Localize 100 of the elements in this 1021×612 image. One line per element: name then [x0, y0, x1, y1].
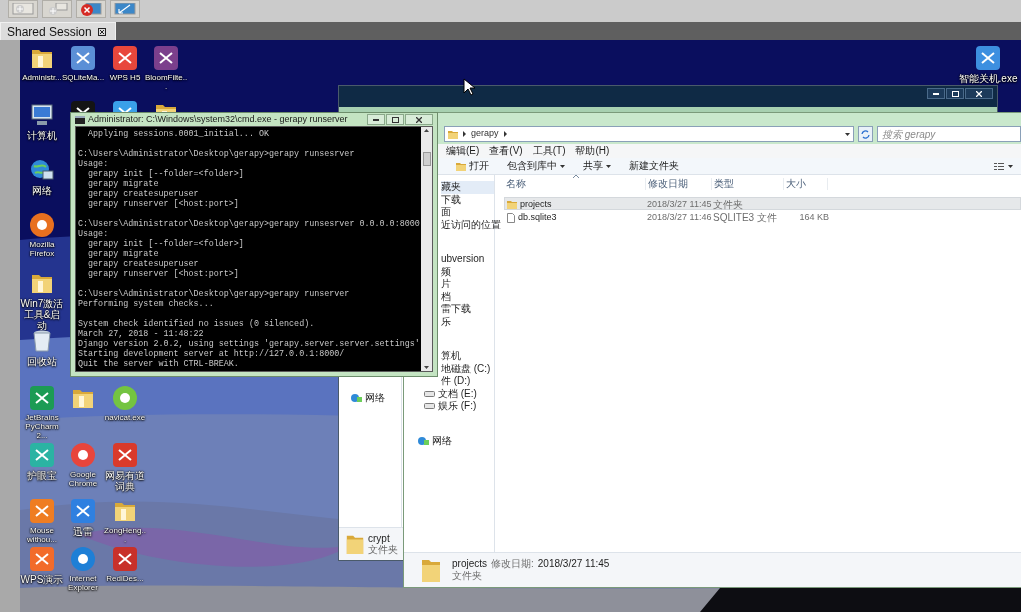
console-line: gerapy runserver [<host:port>] — [87, 199, 240, 209]
refresh-button[interactable] — [857, 126, 873, 142]
icon-label: WPS演示 — [20, 574, 64, 585]
console-line: C:\Users\Administrator\Desktop\gerapy>gerapy runsesrver 0.0.0.0:8000 — [78, 219, 421, 229]
file-name: crypt — [368, 533, 391, 544]
nav-item[interactable]: 网络 — [418, 434, 494, 447]
file-type: SQLITE3 文件 — [713, 212, 778, 224]
console-icon — [75, 115, 85, 124]
close-button[interactable] — [405, 114, 433, 125]
modified-date: 2018/3/27 11:46 — [647, 211, 713, 224]
toolbar-button[interactable]: 共享 — [583, 160, 611, 172]
menu-item[interactable]: 工具(T) — [532, 145, 566, 157]
console-line: March 27, 2018 - 11:48:22 — [78, 329, 205, 339]
close-icon — [416, 116, 422, 123]
nav-item[interactable]: 面 — [441, 206, 494, 219]
scrollbar[interactable] — [421, 127, 432, 371]
column-header[interactable]: 大小 — [784, 178, 828, 190]
folder-icon — [507, 200, 517, 210]
menu-item[interactable]: 查看(V) — [489, 145, 523, 157]
icon-label: 计算机 — [27, 130, 57, 141]
nav-item[interactable]: 算机 — [441, 350, 494, 363]
nav-item[interactable]: ubversion — [441, 253, 494, 266]
folder-icon — [420, 557, 442, 583]
console-line: gerapy init [--folder=<folder>] — [87, 239, 245, 249]
fullscreen-button[interactable] — [110, 0, 140, 18]
console-line: gerapy migrate — [87, 249, 160, 259]
close-button[interactable] — [965, 88, 993, 99]
view-options-button[interactable] — [994, 162, 1013, 170]
nav-item[interactable]: 藏夹 — [441, 181, 494, 194]
scroll-down-icon — [424, 366, 429, 369]
minimize-button[interactable] — [367, 114, 385, 125]
breadcrumb-item[interactable]: gerapy — [471, 127, 499, 141]
file-name: db.sqlite3 — [518, 211, 557, 224]
toolbar-button[interactable]: 打开 — [456, 160, 489, 172]
menu-item[interactable]: 编辑(E) — [446, 145, 480, 157]
window-title: Administrator: C:\Windows\system32\cmd.exe - gerapy runserver — [88, 114, 349, 125]
nav-item[interactable]: 频 — [441, 265, 494, 278]
app-icon[interactable] — [70, 45, 96, 71]
computer-icon[interactable] — [29, 102, 55, 128]
icon-label: 网易有道词典 — [104, 470, 146, 492]
app-icon[interactable] — [975, 45, 1001, 71]
nav-item[interactable]: 片 — [441, 278, 494, 291]
minimize-button[interactable] — [927, 88, 945, 99]
icon-label: ZongHeng... — [103, 526, 147, 544]
list-view-icon — [994, 162, 1004, 170]
file-row[interactable]: db.sqlite3 2018/3/27 11:46 SQLITE3 文件 164 KB — [504, 210, 1021, 223]
nav-item[interactable]: 娱乐 (F:) — [424, 400, 494, 413]
caret-icon — [1008, 164, 1013, 168]
modified-date: 2018/3/27 11:45 — [537, 558, 610, 570]
console-line: gerapy migrate — [87, 179, 160, 189]
address-bar[interactable]: gerapy — [444, 126, 854, 142]
close-icon[interactable] — [97, 27, 106, 36]
app-icon[interactable] — [153, 45, 179, 71]
maximize-button[interactable] — [946, 88, 964, 99]
icon-label: navicat.exe — [104, 413, 146, 422]
icon-label: JetBrains PyCharm 2... — [24, 413, 60, 440]
nav-item[interactable]: 近访问的位置 — [441, 218, 501, 231]
icon-label: 网络 — [32, 185, 52, 196]
close-icon — [976, 90, 982, 97]
maximize-button[interactable] — [386, 114, 404, 125]
file-size: 164 KB — [798, 211, 829, 224]
column-header[interactable]: 类型 — [712, 178, 784, 190]
column-header[interactable]: 修改日期 — [646, 178, 712, 190]
caret-icon — [606, 164, 611, 168]
folder-icon — [448, 129, 458, 139]
nav-item[interactable]: 地磁盘 (C:) — [441, 362, 494, 375]
disconnect-button[interactable] — [76, 0, 106, 18]
nav-item[interactable]: 雷下载 — [441, 303, 494, 316]
nav-item[interactable]: 网络 — [365, 392, 385, 404]
modified-label: 修改日期: — [491, 558, 534, 570]
icon-label: Mouse withou... — [26, 526, 58, 544]
app-icon[interactable] — [112, 45, 138, 71]
icon-label: Administr... — [22, 73, 62, 82]
column-header[interactable]: 名称 — [504, 178, 646, 190]
maximize-icon — [391, 116, 399, 123]
file-row[interactable]: projects 2018/3/27 11:45 文件夹 — [504, 197, 1021, 210]
network-icon — [351, 393, 362, 403]
modified-date: 2018/3/27 11:45 — [647, 198, 713, 211]
nav-item[interactable]: 件 (D:) — [441, 375, 494, 388]
drive-icon — [424, 403, 435, 410]
console-line: C:\Users\Administrator\Desktop\gerapy>gerapy runsesrver — [78, 149, 356, 159]
scroll-thumb[interactable] — [422, 152, 431, 166]
caret-icon — [560, 164, 565, 168]
menu-item[interactable]: 帮助(H) — [575, 145, 610, 157]
nav-item[interactable]: 文档 (E:) — [424, 387, 494, 400]
nav-item[interactable]: 乐 — [441, 315, 494, 328]
network-icon[interactable] — [29, 157, 55, 183]
folder-icon — [456, 161, 466, 171]
icon-label: 回收站 — [27, 356, 57, 367]
cursor-icon — [463, 78, 475, 96]
console-line: Usage: — [78, 159, 110, 169]
session-tab[interactable]: Shared Session — [0, 22, 116, 40]
toolbar-button[interactable]: 包含到库中 — [507, 160, 565, 172]
console-line: gerapy createsuperuser — [87, 259, 200, 269]
minimize-icon — [373, 118, 379, 121]
nav-item[interactable]: 下载 — [441, 193, 494, 206]
nav-item[interactable]: 档 — [441, 290, 494, 303]
icon-label: Google Chrome — [67, 470, 99, 488]
toolbar-button[interactable]: 新建文件夹 — [629, 160, 679, 172]
search-field[interactable]: 搜索 gerapy — [877, 126, 1021, 142]
